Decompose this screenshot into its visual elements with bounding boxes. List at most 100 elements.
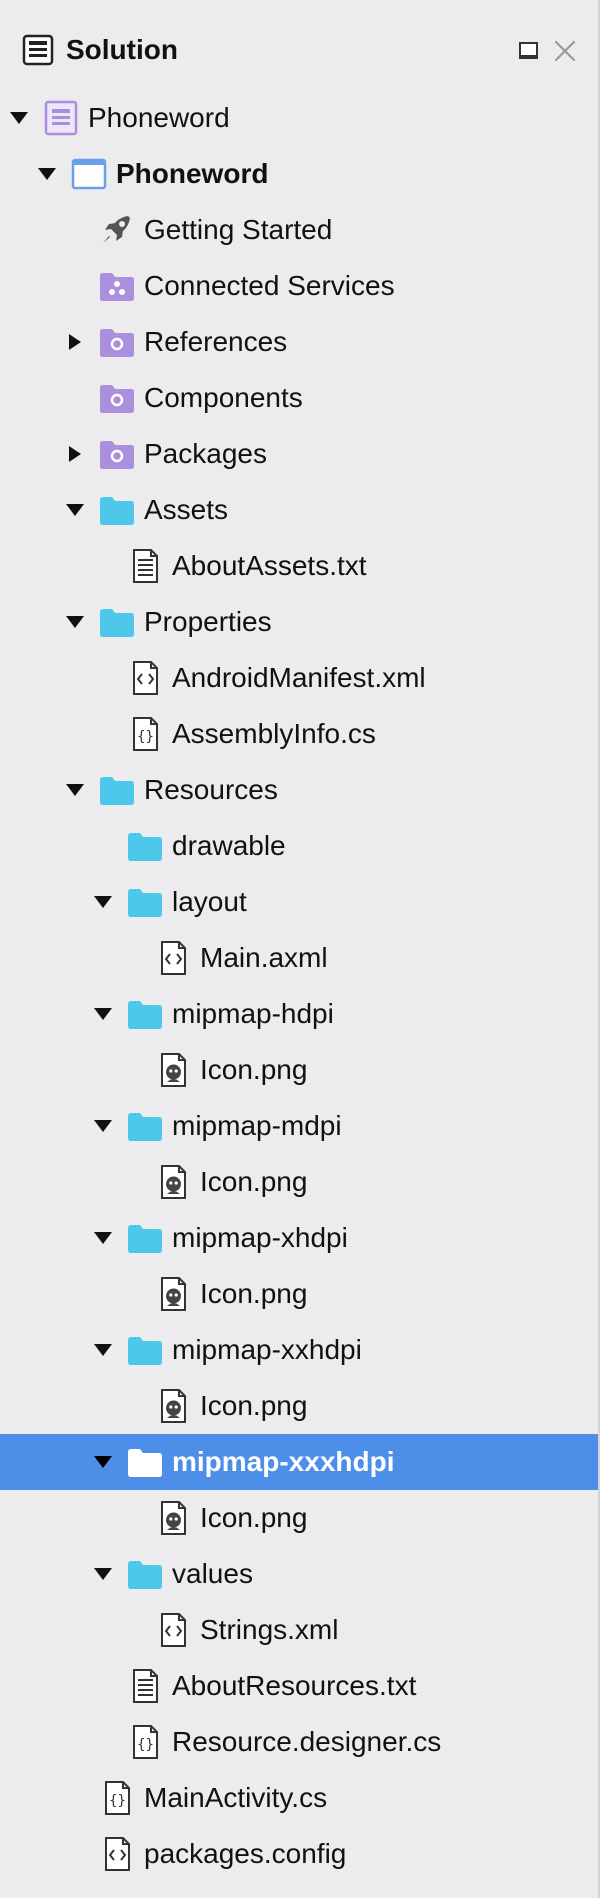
disclosure-expanded-icon[interactable] (92, 1564, 114, 1584)
tree-row[interactable]: Properties (0, 594, 598, 650)
tree-row[interactable]: Icon.png (0, 1266, 598, 1322)
cs-file-icon: {} (126, 1724, 164, 1760)
tree-row[interactable]: Getting Started (0, 202, 598, 258)
tree-item-label: values (172, 1558, 253, 1589)
tree-row[interactable]: References (0, 314, 598, 370)
tree-item-label: Properties (144, 606, 272, 637)
tree-row[interactable]: mipmap-mdpi (0, 1098, 598, 1154)
tree-item-label: AndroidManifest.xml (172, 662, 426, 693)
tree-item-label: AboutResources.txt (172, 1670, 417, 1701)
tree-item-label: packages.config (144, 1838, 347, 1869)
tree-row[interactable]: {} Resource.designer.cs (0, 1714, 598, 1770)
tree-row[interactable]: Phoneword (0, 90, 598, 146)
disclosure-expanded-icon[interactable] (64, 612, 86, 632)
tree-row[interactable]: Components (0, 370, 598, 426)
tree-row[interactable]: Assets (0, 482, 598, 538)
tree-item-label: mipmap-hdpi (172, 998, 334, 1029)
tree-item-label: Components (144, 382, 303, 413)
disclosure-expanded-icon[interactable] (92, 1340, 114, 1360)
folder-icon (98, 772, 136, 808)
tree-item-label: drawable (172, 830, 286, 861)
disclosure-expanded-icon[interactable] (92, 1116, 114, 1136)
disclosure-expanded-icon[interactable] (64, 780, 86, 800)
disclosure-expanded-icon[interactable] (8, 108, 30, 128)
tree-row[interactable]: values (0, 1546, 598, 1602)
references-folder-icon (98, 324, 136, 360)
folder-icon (98, 492, 136, 528)
disclosure-expanded-icon[interactable] (92, 1228, 114, 1248)
disclosure-collapsed-icon[interactable] (64, 332, 86, 352)
folder-icon (126, 1332, 164, 1368)
folder-icon (126, 1556, 164, 1592)
tree-item-label: Packages (144, 438, 267, 469)
tree-row[interactable]: AboutResources.txt (0, 1658, 598, 1714)
folder-icon (126, 996, 164, 1032)
tree-item-label: Icon.png (200, 1278, 308, 1309)
tree-row[interactable]: Icon.png (0, 1154, 598, 1210)
disclosure-expanded-icon[interactable] (92, 1452, 114, 1472)
xml-file-icon (154, 940, 192, 976)
tree-row[interactable]: AboutAssets.txt (0, 538, 598, 594)
tree-item-label: layout (172, 886, 247, 917)
solution-pad-header: Solution (0, 0, 598, 96)
tree-item-label: mipmap-xhdpi (172, 1222, 348, 1253)
services-folder-icon (98, 268, 136, 304)
tree-row[interactable]: packages.config (0, 1826, 598, 1882)
tree-row[interactable]: {} MainActivity.cs (0, 1770, 598, 1826)
tree-row[interactable]: Main.axml (0, 930, 598, 986)
tree-row[interactable]: Phoneword (0, 146, 598, 202)
image-file-icon (154, 1052, 192, 1088)
tree-item-label: Icon.png (200, 1166, 308, 1197)
tree-row[interactable]: mipmap-xxhdpi (0, 1322, 598, 1378)
disclosure-collapsed-icon[interactable] (64, 444, 86, 464)
tree-item-label: AssemblyInfo.cs (172, 718, 376, 749)
tree-item-label: Assets (144, 494, 229, 525)
pad-icon[interactable] (518, 40, 540, 62)
folder-icon (126, 1108, 164, 1144)
tree-row[interactable]: Packages (0, 426, 598, 482)
tree-item-label: mipmap-xxxhdpi (172, 1446, 395, 1477)
tree-row[interactable]: mipmap-xhdpi (0, 1210, 598, 1266)
tree-item-label: mipmap-xxhdpi (172, 1334, 362, 1365)
tree-item-label: References (144, 326, 288, 357)
solution-file-icon (42, 100, 80, 136)
folder-icon (126, 828, 164, 864)
folder-icon (98, 604, 136, 640)
folder-icon (126, 884, 164, 920)
tree-row[interactable]: mipmap-xxxhdpi (0, 1434, 598, 1490)
tree-row[interactable]: Icon.png (0, 1490, 598, 1546)
tree-item-label: Resources (144, 774, 278, 805)
xml-file-icon (154, 1612, 192, 1648)
disclosure-expanded-icon[interactable] (92, 1004, 114, 1024)
tree-row[interactable]: layout (0, 874, 598, 930)
tree-item-label: mipmap-mdpi (172, 1110, 342, 1141)
tree-row[interactable]: Resources (0, 762, 598, 818)
tree-item-label: AboutAssets.txt (172, 550, 367, 581)
image-file-icon (154, 1276, 192, 1312)
tree-item-label: Phoneword (116, 158, 269, 189)
pad-title: Solution (66, 34, 178, 65)
image-file-icon (154, 1500, 192, 1536)
tree-row[interactable]: Strings.xml (0, 1602, 598, 1658)
tree-item-label: Main.axml (200, 942, 328, 973)
tree-row[interactable]: AndroidManifest.xml (0, 650, 598, 706)
tree-row[interactable]: Icon.png (0, 1042, 598, 1098)
tree-item-label: Icon.png (200, 1502, 308, 1533)
svg-text:{}: {} (109, 1793, 126, 1809)
close-icon[interactable] (552, 38, 578, 64)
text-file-icon (126, 1668, 164, 1704)
disclosure-expanded-icon[interactable] (64, 500, 86, 520)
disclosure-expanded-icon[interactable] (92, 892, 114, 912)
tree-row[interactable]: mipmap-hdpi (0, 986, 598, 1042)
packages-folder-icon (98, 436, 136, 472)
image-file-icon (154, 1164, 192, 1200)
tree-item-label: Phoneword (88, 102, 230, 133)
tree-row[interactable]: {} AssemblyInfo.cs (0, 706, 598, 762)
svg-text:{}: {} (137, 1737, 154, 1753)
disclosure-expanded-icon[interactable] (36, 164, 58, 184)
tree-row[interactable]: drawable (0, 818, 598, 874)
svg-text:{}: {} (137, 729, 154, 745)
image-file-icon (154, 1388, 192, 1424)
tree-row[interactable]: Connected Services (0, 258, 598, 314)
tree-row[interactable]: Icon.png (0, 1378, 598, 1434)
